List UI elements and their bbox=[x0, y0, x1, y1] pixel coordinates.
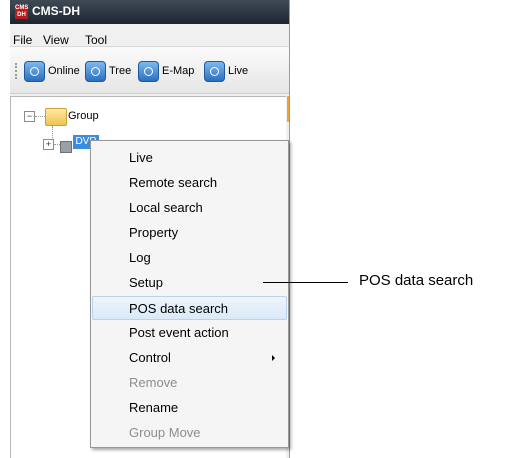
tree-connector bbox=[35, 116, 45, 117]
power-icon bbox=[24, 60, 45, 82]
live-button[interactable]: Live bbox=[204, 60, 248, 82]
menu-item-control[interactable]: Control bbox=[92, 346, 287, 370]
menu-item-label: Control bbox=[129, 350, 171, 365]
callout-label: POS data search bbox=[359, 272, 474, 289]
menu-item-pos-data-search[interactable]: POS data search bbox=[92, 296, 287, 320]
menu-item-label: Setup bbox=[129, 275, 163, 290]
menu-item-live[interactable]: Live bbox=[92, 146, 287, 170]
menu-item-group-move: Group Move bbox=[92, 421, 287, 445]
menu-item-setup[interactable]: Setup bbox=[92, 271, 287, 295]
dvr-device-icon bbox=[60, 141, 72, 153]
live-button-label: Live bbox=[228, 65, 249, 77]
menu-item-log[interactable]: Log bbox=[92, 246, 287, 270]
emap-button-label: E-Map bbox=[162, 65, 195, 77]
menu-item-label: Property bbox=[129, 225, 179, 240]
menu-item-label: Log bbox=[129, 250, 151, 265]
menu-item-label: Group Move bbox=[129, 425, 201, 440]
callout-leader-line bbox=[263, 282, 348, 283]
emap-icon bbox=[138, 60, 159, 82]
app-icon: CMS DH bbox=[15, 5, 29, 19]
live-icon bbox=[204, 60, 225, 82]
tree-button[interactable]: Tree bbox=[85, 60, 131, 82]
submenu-arrow-icon bbox=[272, 355, 275, 361]
toolbar-grip[interactable] bbox=[15, 63, 19, 79]
menu-item-remove: Remove bbox=[92, 371, 287, 395]
toolbar: Online Tree E-Map Live bbox=[10, 46, 289, 94]
group-collapse-expander[interactable]: − bbox=[24, 111, 35, 122]
online-button[interactable]: Online bbox=[24, 60, 80, 82]
menu-item-label: Rename bbox=[129, 400, 179, 415]
menu-item-rename[interactable]: Rename bbox=[92, 396, 287, 420]
menu-item-label: Live bbox=[129, 150, 153, 165]
menu-item-label: Remote search bbox=[129, 175, 218, 190]
menu-item-local-search[interactable]: Local search bbox=[92, 196, 287, 220]
menu-view[interactable]: View bbox=[43, 33, 69, 47]
menu-item-label: POS data search bbox=[129, 301, 228, 316]
menu-item-post-event-action[interactable]: Post event action bbox=[92, 321, 287, 345]
title-bar: CMS DH CMS-DH bbox=[10, 0, 289, 24]
context-menu: Live Remote search Local search Property… bbox=[90, 140, 289, 448]
menu-item-label: Post event action bbox=[129, 325, 229, 340]
menu-file[interactable]: File bbox=[13, 33, 32, 47]
menu-item-label: Local search bbox=[129, 200, 203, 215]
menu-item-remote-search[interactable]: Remote search bbox=[92, 171, 287, 195]
menu-item-property[interactable]: Property bbox=[92, 221, 287, 245]
menu-item-label: Remove bbox=[129, 375, 178, 390]
tree-icon bbox=[85, 60, 106, 82]
emap-button[interactable]: E-Map bbox=[138, 60, 194, 82]
tree-connector-vertical bbox=[52, 126, 53, 138]
tree-group-label[interactable]: Group bbox=[68, 110, 99, 122]
menu-bar: File View Tool bbox=[10, 24, 289, 47]
folder-icon bbox=[45, 108, 67, 126]
menu-tool[interactable]: Tool bbox=[85, 33, 107, 47]
tree-button-label: Tree bbox=[109, 65, 132, 77]
online-button-label: Online bbox=[48, 65, 80, 77]
device-expand-expander[interactable]: + bbox=[43, 139, 54, 150]
right-panel-edge bbox=[287, 96, 289, 122]
window-title: CMS-DH bbox=[32, 4, 80, 18]
